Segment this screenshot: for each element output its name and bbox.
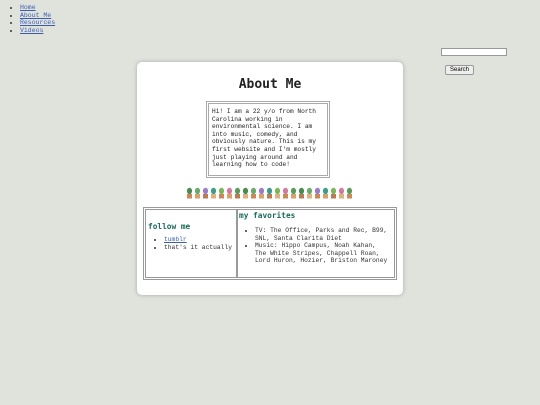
nav-item-resources: Resources — [20, 19, 55, 27]
plant-leaves — [202, 187, 209, 195]
nav-link-about[interactable]: About Me — [20, 12, 51, 19]
list-item: TV: The Office, Parks and Rec, B99, SNL,… — [255, 227, 391, 242]
plant-pot — [331, 194, 336, 199]
content-card: About Me Hi! I am a 22 y/o from North Ca… — [137, 62, 403, 295]
plant-pot — [251, 194, 256, 199]
plant-leaves — [322, 187, 329, 195]
plant-pot — [323, 194, 328, 199]
plant-leaves — [258, 187, 265, 195]
nav-item-videos: Videos — [20, 27, 55, 35]
plant-leaves — [186, 187, 193, 195]
plant-leaves — [250, 187, 257, 195]
page-title: About Me — [238, 77, 302, 92]
plant-pot — [315, 194, 320, 199]
nav-menu: Home About Me Resources Videos — [6, 4, 55, 34]
plant-pot — [243, 194, 248, 199]
plant-leaves — [266, 187, 273, 195]
plant-leaves — [330, 187, 337, 195]
nav-item-home: Home — [20, 4, 55, 12]
plant-pot — [267, 194, 272, 199]
list-item: Music: Hippo Campus, Noah Kahan, The Whi… — [255, 242, 391, 265]
plant-leaves — [242, 187, 249, 195]
plant-pot — [219, 194, 224, 199]
search-bar: Search — [441, 43, 540, 79]
plant-pot — [187, 194, 192, 199]
plant-leaves — [290, 187, 297, 195]
plant-leaves — [194, 187, 201, 195]
plant-pot — [299, 194, 304, 199]
plant-leaves — [226, 187, 233, 195]
plant-leaves — [210, 187, 217, 195]
favorites-cell: my favorites TV: The Office, Parks and R… — [237, 209, 395, 278]
plant-pot — [347, 194, 352, 199]
plant-border-decoration — [186, 187, 353, 199]
favorites-heading: my favorites — [239, 211, 296, 220]
plant-leaves — [314, 187, 321, 195]
plant-leaves — [338, 187, 345, 195]
favorites-list: TV: The Office, Parks and Rec, B99, SNL,… — [243, 227, 391, 265]
tumblr-link[interactable]: tumblr — [164, 236, 187, 243]
nav-link-home[interactable]: Home — [20, 4, 36, 11]
follow-list: tumblr that's it actually — [151, 236, 232, 251]
plant-pot — [339, 194, 344, 199]
search-input[interactable] — [441, 47, 507, 56]
nav-link-videos[interactable]: Videos — [20, 27, 43, 34]
plant-pot — [227, 194, 232, 199]
plant-leaves — [306, 187, 313, 195]
bio-box: Hi! I am a 22 y/o from North Carolina wo… — [206, 101, 330, 178]
plant-leaves — [218, 187, 225, 195]
plant-pot — [203, 194, 208, 199]
follow-heading: follow me — [148, 222, 191, 231]
plant-leaves — [274, 187, 281, 195]
plant-pot — [291, 194, 296, 199]
plant-pot — [259, 194, 264, 199]
nav-link-resources[interactable]: Resources — [20, 19, 55, 26]
list-item: that's it actually — [164, 244, 232, 252]
plant-leaves — [234, 187, 241, 195]
nav-item-about: About Me — [20, 12, 55, 20]
plant-pot — [195, 194, 200, 199]
plant-pot — [283, 194, 288, 199]
plant-leaves — [298, 187, 305, 195]
follow-cell: follow me tumblr that's it actually — [145, 209, 237, 278]
plant-leaves — [346, 187, 353, 195]
plant-pot — [235, 194, 240, 199]
info-table: follow me tumblr that's it actually my f… — [143, 207, 397, 280]
plant-pot — [275, 194, 280, 199]
search-button[interactable]: Search — [445, 64, 475, 75]
plant-pot — [307, 194, 312, 199]
plant-leaves — [282, 187, 289, 195]
plant-pot — [211, 194, 216, 199]
list-item: tumblr — [164, 236, 232, 244]
